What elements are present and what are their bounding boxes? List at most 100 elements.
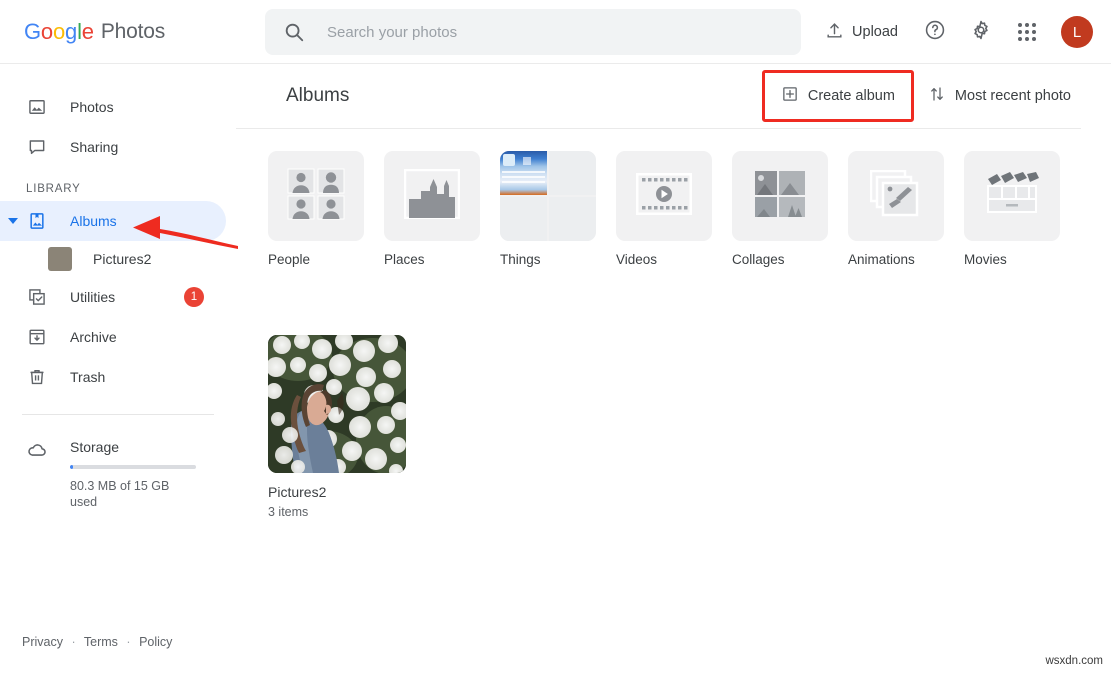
- sidebar-label-trash: Trash: [70, 369, 105, 385]
- category-thumb: [848, 151, 944, 241]
- terms-link[interactable]: Terms: [84, 635, 118, 649]
- album-thumbnail-icon: [48, 247, 72, 271]
- avatar[interactable]: L: [1061, 16, 1093, 48]
- footer-links: Privacy · Terms · Policy: [22, 635, 172, 649]
- create-album-label: Create album: [808, 88, 895, 104]
- app-header: Google Photos Upload: [0, 0, 1111, 64]
- category-things[interactable]: Things: [500, 151, 596, 267]
- checkbox-stack-icon: [26, 286, 48, 308]
- page-title: Albums: [286, 85, 349, 107]
- album-title: Pictures2: [268, 484, 406, 500]
- create-album-highlight: Create album: [762, 70, 914, 122]
- sort-label: Most recent photo: [955, 88, 1071, 104]
- photos-wordmark: Photos: [101, 20, 165, 44]
- sidebar-item-sharing[interactable]: Sharing: [0, 127, 226, 167]
- category-label: Collages: [732, 252, 828, 267]
- category-label: Places: [384, 252, 480, 267]
- album-item-count: 3 items: [268, 505, 406, 519]
- search-icon: [283, 21, 305, 43]
- sidebar-subitem-label: Pictures2: [93, 251, 151, 267]
- footer-sep-1: ·: [71, 635, 75, 649]
- gear-icon: [970, 19, 992, 46]
- privacy-link[interactable]: Privacy: [22, 635, 63, 649]
- plus-box-icon: [781, 85, 799, 107]
- animation-stack-icon: [870, 170, 922, 223]
- upload-label: Upload: [852, 24, 898, 40]
- album-book-icon: [26, 210, 48, 232]
- category-label: Videos: [616, 252, 712, 267]
- sidebar-subitem-pictures2[interactable]: Pictures2: [0, 241, 226, 277]
- chevron-down-icon[interactable]: [8, 218, 18, 224]
- category-collages[interactable]: Collages: [732, 151, 828, 267]
- album-card-pictures2[interactable]: Pictures2 3 items: [268, 335, 406, 519]
- category-row: People: [268, 151, 1111, 267]
- cloud-icon: [26, 439, 48, 461]
- clapperboard-icon: [984, 172, 1040, 221]
- upload-button[interactable]: Upload: [814, 14, 909, 51]
- storage-body: Storage 80.3 MB of 15 GB used: [70, 439, 200, 510]
- category-label: Movies: [964, 252, 1060, 267]
- help-circle-icon: [924, 19, 946, 46]
- sidebar-item-utilities[interactable]: Utilities 1: [0, 277, 226, 317]
- category-people[interactable]: People: [268, 151, 364, 267]
- category-thumb: [732, 151, 828, 241]
- main-header: Albums Create album: [236, 64, 1081, 129]
- sidebar-item-trash[interactable]: Trash: [0, 357, 226, 397]
- create-album-button[interactable]: Create album: [771, 77, 905, 115]
- trash-icon: [26, 366, 48, 388]
- storage-progress-fill: [70, 465, 73, 469]
- category-places[interactable]: Places: [384, 151, 480, 267]
- collage-grid-icon: [755, 171, 805, 222]
- sidebar-label-albums: Albums: [70, 213, 117, 229]
- photo-icon: [26, 96, 48, 118]
- search-bar[interactable]: [265, 9, 801, 55]
- film-play-icon: [636, 173, 692, 220]
- things-collage-icon: [500, 151, 596, 241]
- category-thumb: [964, 151, 1060, 241]
- category-thumb: [384, 151, 480, 241]
- apps-grid-icon: [1018, 23, 1036, 41]
- storage-progress-bar: [70, 465, 196, 469]
- apps-button[interactable]: [1007, 12, 1047, 52]
- cityscape-icon: [404, 169, 460, 224]
- sidebar-item-photos[interactable]: Photos: [0, 87, 226, 127]
- watermark: wsxdn.com: [1045, 655, 1103, 667]
- sidebar-label-utilities: Utilities: [70, 289, 115, 305]
- settings-button[interactable]: [961, 12, 1001, 52]
- album-grid: Pictures2 3 items: [268, 335, 1111, 519]
- category-thumb: [500, 151, 596, 241]
- category-thumb: [616, 151, 712, 241]
- header-actions: Upload: [814, 0, 1093, 64]
- category-animations[interactable]: Animations: [848, 151, 944, 267]
- google-photos-app: Google Photos Upload: [0, 0, 1111, 673]
- main-header-actions: Create album Most recent photo: [762, 70, 1081, 122]
- storage-usage-text: 80.3 MB of 15 GB used: [70, 478, 182, 510]
- sidebar-label-sharing: Sharing: [70, 139, 118, 155]
- status-badge: 1: [184, 287, 204, 307]
- sort-button[interactable]: Most recent photo: [918, 77, 1081, 115]
- category-label: Animations: [848, 252, 944, 267]
- storage-section[interactable]: Storage 80.3 MB of 15 GB used: [0, 439, 236, 510]
- sidebar-item-albums[interactable]: Albums: [0, 201, 226, 241]
- album-cover-image: [268, 335, 406, 473]
- footer-sep-2: ·: [126, 635, 130, 649]
- sidebar: Photos Sharing LIBRARY Albums: [0, 64, 236, 673]
- category-thumb: [268, 151, 364, 241]
- category-label: People: [268, 252, 364, 267]
- main-content: Albums Create album: [236, 64, 1111, 673]
- upload-icon: [825, 21, 844, 44]
- category-videos[interactable]: Videos: [616, 151, 712, 267]
- category-movies[interactable]: Movies: [964, 151, 1060, 267]
- storage-title: Storage: [70, 439, 200, 455]
- category-label: Things: [500, 252, 596, 267]
- chat-bubble-icon: [26, 136, 48, 158]
- google-wordmark: Google: [24, 19, 94, 45]
- help-button[interactable]: [915, 12, 955, 52]
- brand-logo[interactable]: Google Photos: [24, 19, 254, 45]
- policy-link[interactable]: Policy: [139, 635, 172, 649]
- sort-arrows-icon: [928, 85, 946, 107]
- sidebar-divider: [22, 414, 214, 415]
- sidebar-item-archive[interactable]: Archive: [0, 317, 226, 357]
- people-faces-icon: [287, 168, 345, 225]
- search-input[interactable]: [325, 23, 765, 42]
